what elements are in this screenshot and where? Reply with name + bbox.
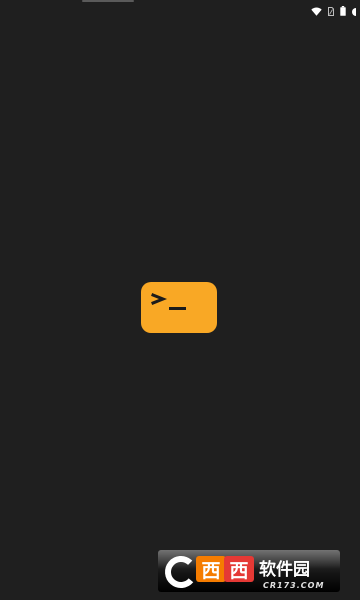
status-bar-notch xyxy=(82,0,134,2)
battery-icon xyxy=(340,1,346,20)
splash-screen: 西 西 软件园 CR173.COM xyxy=(0,0,360,600)
terminal-prompt-icon xyxy=(141,282,217,333)
status-icons xyxy=(311,4,356,16)
watermark-logo-char-2: 西 xyxy=(229,560,248,582)
watermark-logo: 西 西 软件园 CR173.COM xyxy=(158,550,340,592)
watermark-logo-text: 软件园 xyxy=(259,559,310,580)
status-dot-icon xyxy=(352,1,356,20)
status-bar xyxy=(0,0,360,18)
watermark-logo-char-1: 西 xyxy=(201,560,220,582)
wifi-icon xyxy=(311,1,322,20)
watermark-site-text: CR173.COM xyxy=(263,581,324,590)
sim-card-icon xyxy=(328,1,334,20)
